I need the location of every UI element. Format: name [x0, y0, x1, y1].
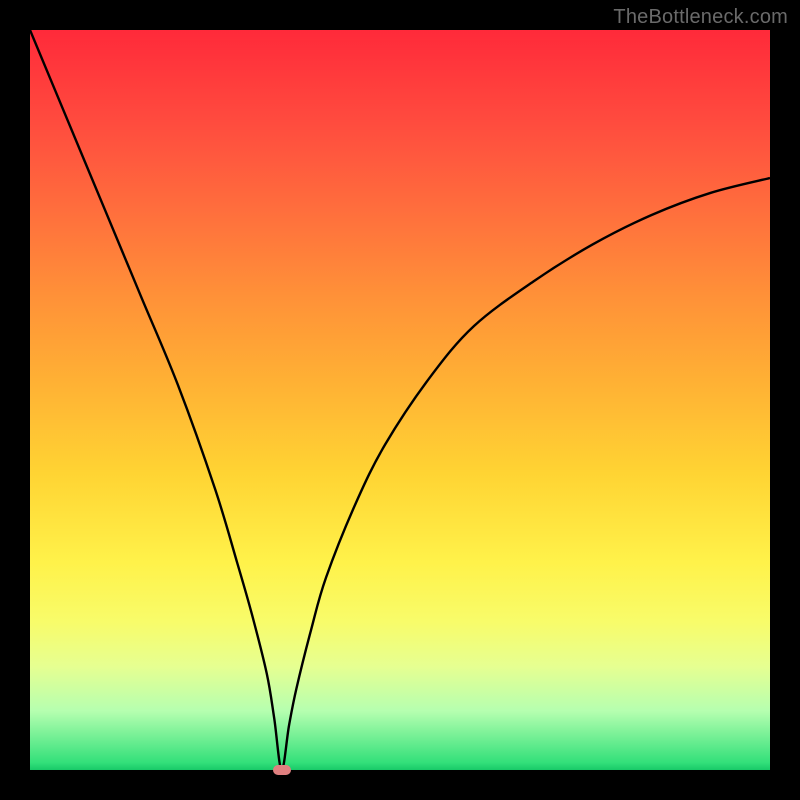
minimum-marker [273, 765, 291, 775]
bottleneck-curve [30, 30, 770, 770]
watermark-text: TheBottleneck.com [613, 6, 788, 29]
chart-plot-area [30, 30, 770, 770]
